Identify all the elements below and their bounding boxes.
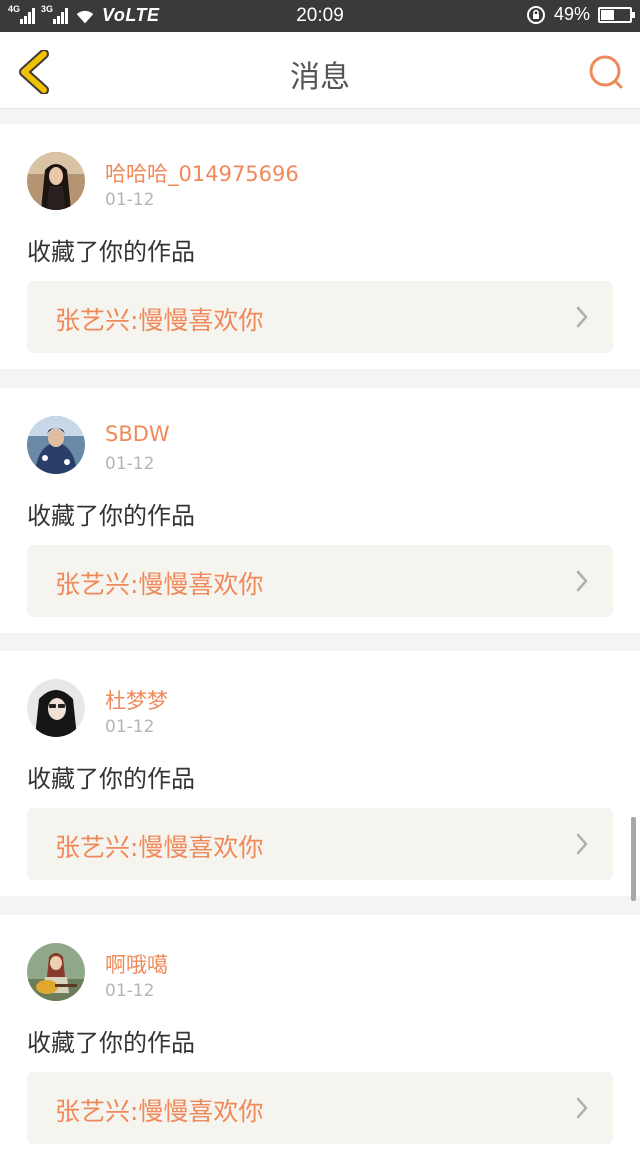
avatar[interactable] bbox=[27, 416, 85, 474]
app-header: 消息 bbox=[0, 32, 640, 109]
username[interactable]: 啊哦噶 bbox=[105, 949, 168, 979]
message-date: 01-12 bbox=[105, 717, 155, 737]
message-date: 01-12 bbox=[105, 190, 155, 210]
chevron-right-icon bbox=[576, 570, 588, 592]
message-card: SBDW 01-12 收藏了你的作品 张艺兴:慢慢喜欢你 bbox=[0, 388, 640, 633]
work-title: 张艺兴:慢慢喜欢你 bbox=[55, 570, 264, 599]
chevron-right-icon bbox=[576, 1097, 588, 1119]
username[interactable]: 杜梦梦 bbox=[105, 685, 168, 715]
message-action: 收藏了你的作品 bbox=[27, 502, 195, 530]
message-date: 01-12 bbox=[105, 981, 155, 1001]
chevron-right-icon bbox=[576, 833, 588, 855]
search-icon[interactable] bbox=[586, 52, 626, 92]
message-card: 杜梦梦 01-12 收藏了你的作品 张艺兴:慢慢喜欢你 bbox=[0, 651, 640, 896]
username[interactable]: 哈哈哈_014975696 bbox=[105, 158, 299, 188]
work-link[interactable]: 张艺兴:慢慢喜欢你 bbox=[27, 545, 613, 617]
message-date: 01-12 bbox=[105, 454, 155, 474]
avatar[interactable] bbox=[27, 943, 85, 1001]
avatar[interactable] bbox=[27, 679, 85, 737]
work-title: 张艺兴:慢慢喜欢你 bbox=[55, 306, 264, 335]
message-card: 哈哈哈_014975696 01-12 收藏了你的作品 张艺兴:慢慢喜欢你 bbox=[0, 124, 640, 369]
chevron-right-icon bbox=[576, 306, 588, 328]
rotation-lock-icon bbox=[526, 5, 545, 24]
battery-percent: 49% bbox=[553, 4, 590, 24]
username[interactable]: SBDW bbox=[105, 422, 170, 446]
message-action: 收藏了你的作品 bbox=[27, 238, 195, 266]
page-title: 消息 bbox=[290, 60, 350, 95]
scrollbar[interactable] bbox=[631, 817, 636, 901]
message-card: 啊哦噶 01-12 收藏了你的作品 张艺兴:慢慢喜欢你 bbox=[0, 915, 640, 1160]
work-title: 张艺兴:慢慢喜欢你 bbox=[55, 1097, 264, 1126]
status-bar: 4G 3G VoLTE 20:09 49% bbox=[0, 0, 640, 32]
message-action: 收藏了你的作品 bbox=[27, 1029, 195, 1057]
work-link[interactable]: 张艺兴:慢慢喜欢你 bbox=[27, 281, 613, 353]
work-link[interactable]: 张艺兴:慢慢喜欢你 bbox=[27, 808, 613, 880]
avatar[interactable] bbox=[27, 152, 85, 210]
work-title: 张艺兴:慢慢喜欢你 bbox=[55, 833, 264, 862]
message-action: 收藏了你的作品 bbox=[27, 765, 195, 793]
battery-icon bbox=[598, 6, 635, 23]
work-link[interactable]: 张艺兴:慢慢喜欢你 bbox=[27, 1072, 613, 1144]
status-right: 49% bbox=[526, 4, 635, 25]
battery-level bbox=[601, 9, 614, 20]
